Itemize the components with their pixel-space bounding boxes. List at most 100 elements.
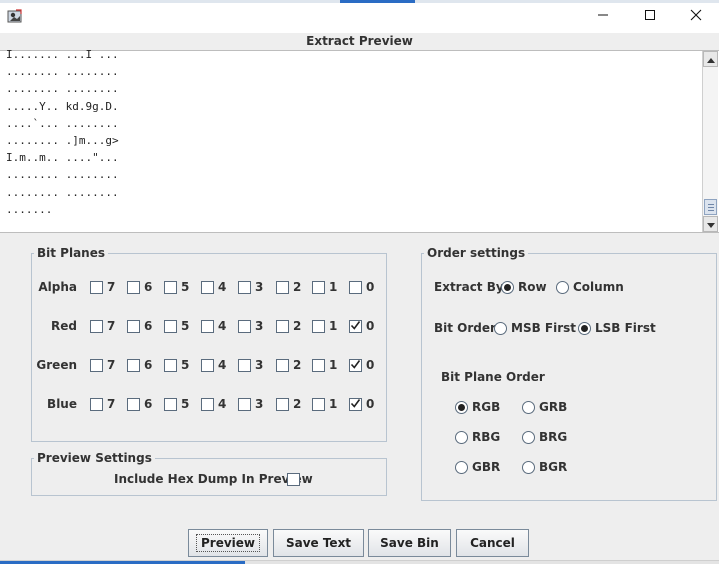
radio-label: GRB: [539, 400, 568, 414]
checkbox-alpha-bit-3[interactable]: [238, 281, 251, 294]
checkbox-alpha-bit-6[interactable]: [127, 281, 140, 294]
preview-line: I....... ...I ...: [6, 48, 119, 61]
bit-label: 2: [293, 319, 302, 333]
preview-line: .......: [6, 202, 53, 216]
checkbox-green-bit-6[interactable]: [127, 359, 140, 372]
radio-selected-dot: [581, 325, 588, 332]
checkbox-alpha-bit-2[interactable]: [276, 281, 289, 294]
checkbox-red-bit-0[interactable]: [349, 320, 362, 333]
checkbox-green-bit-1[interactable]: [312, 359, 325, 372]
bit-planes-title: Bit Planes: [34, 246, 109, 260]
bit-label: 3: [255, 280, 264, 294]
bit-label: 4: [218, 280, 227, 294]
preview-content: I....... ...I ... ........ ..............…: [6, 46, 119, 218]
checkbox-red-bit-4[interactable]: [201, 320, 214, 333]
bit-label: 5: [181, 280, 190, 294]
preview-text-area[interactable]: I....... ...I ... ........ ..............…: [0, 48, 719, 233]
preview-line: ........ ........: [6, 168, 119, 182]
bit-label: 1: [329, 397, 338, 411]
checkbox-green-bit-0[interactable]: [349, 359, 362, 372]
bit-label: 5: [181, 358, 190, 372]
bit-label: 0: [366, 280, 375, 294]
preview-button-label: Preview: [195, 534, 260, 552]
radio-label: MSB First: [511, 321, 577, 335]
scroll-down-button[interactable]: [703, 216, 718, 232]
bit-label: 6: [144, 319, 153, 333]
vertical-scrollbar[interactable]: [702, 51, 718, 232]
maximize-button[interactable]: [627, 0, 673, 33]
save-bin-button[interactable]: Save Bin: [368, 529, 451, 557]
checkbox-red-bit-6[interactable]: [127, 320, 140, 333]
close-button[interactable]: [673, 0, 719, 33]
hex-dump-checkbox[interactable]: [287, 473, 300, 486]
radio-bit-plane-order-bgr[interactable]: [522, 461, 535, 474]
checkbox-alpha-bit-4[interactable]: [201, 281, 214, 294]
bit-label: 2: [293, 397, 302, 411]
bit-plane-order-label: Bit Plane Order: [441, 370, 545, 384]
checkbox-green-bit-3[interactable]: [238, 359, 251, 372]
checkbox-alpha-bit-1[interactable]: [312, 281, 325, 294]
bit-label: 1: [329, 358, 338, 372]
radio-label: LSB First: [595, 321, 656, 335]
preview-line: ........ ........: [6, 185, 119, 199]
scrollbar-thumb[interactable]: [704, 199, 717, 215]
hex-dump-label: Include Hex Dump In Preview: [114, 472, 313, 486]
bit-order-label: Bit Order: [434, 321, 496, 335]
checkbox-green-bit-2[interactable]: [276, 359, 289, 372]
radio-selected-dot: [504, 284, 511, 291]
bottom-border: [0, 560, 719, 564]
radio-extract-by-row[interactable]: [501, 281, 514, 294]
checkbox-green-bit-5[interactable]: [164, 359, 177, 372]
radio-bit-order-lsb-first[interactable]: [578, 322, 591, 335]
checkbox-blue-bit-1[interactable]: [312, 398, 325, 411]
checkbox-alpha-bit-5[interactable]: [164, 281, 177, 294]
bit-label: 5: [181, 397, 190, 411]
bit-label: 4: [218, 397, 227, 411]
bit-label: 7: [107, 397, 116, 411]
check-icon: [350, 320, 361, 334]
checkbox-red-bit-3[interactable]: [238, 320, 251, 333]
checkbox-blue-bit-5[interactable]: [164, 398, 177, 411]
check-icon: [350, 359, 361, 373]
channel-label-alpha: Alpha: [38, 280, 77, 294]
radio-bit-order-msb-first[interactable]: [494, 322, 507, 335]
checkbox-green-bit-7[interactable]: [90, 359, 103, 372]
app-icon: [7, 8, 23, 24]
scroll-up-button[interactable]: [703, 51, 718, 67]
checkbox-blue-bit-4[interactable]: [201, 398, 214, 411]
checkbox-red-bit-1[interactable]: [312, 320, 325, 333]
checkbox-red-bit-2[interactable]: [276, 320, 289, 333]
cancel-button[interactable]: Cancel: [456, 529, 529, 557]
save-text-button[interactable]: Save Text: [273, 529, 364, 557]
radio-extract-by-column[interactable]: [556, 281, 569, 294]
checkbox-red-bit-5[interactable]: [164, 320, 177, 333]
radio-bit-plane-order-gbr[interactable]: [455, 461, 468, 474]
checkbox-blue-bit-7[interactable]: [90, 398, 103, 411]
checkbox-blue-bit-3[interactable]: [238, 398, 251, 411]
checkbox-blue-bit-6[interactable]: [127, 398, 140, 411]
checkbox-blue-bit-0[interactable]: [349, 398, 362, 411]
bit-label: 6: [144, 358, 153, 372]
radio-bit-plane-order-rgb[interactable]: [455, 401, 468, 414]
checkbox-blue-bit-2[interactable]: [276, 398, 289, 411]
save-text-button-label: Save Text: [285, 536, 352, 550]
radio-label: RGB: [472, 400, 501, 414]
checkbox-alpha-bit-0[interactable]: [349, 281, 362, 294]
preview-line: I.m..m.. ...."...: [6, 151, 119, 165]
checkbox-red-bit-7[interactable]: [90, 320, 103, 333]
minimize-button[interactable]: [580, 0, 626, 33]
radio-bit-plane-order-brg[interactable]: [522, 431, 535, 444]
arrow-up-icon: [706, 52, 715, 66]
order-settings-title: Order settings: [424, 246, 529, 260]
bit-label: 3: [255, 397, 264, 411]
radio-bit-plane-order-grb[interactable]: [522, 401, 535, 414]
radio-label: RBG: [472, 430, 501, 444]
checkbox-green-bit-4[interactable]: [201, 359, 214, 372]
bit-label: 1: [329, 319, 338, 333]
checkbox-alpha-bit-7[interactable]: [90, 281, 103, 294]
preview-settings-title: Preview Settings: [34, 451, 155, 465]
bit-label: 5: [181, 319, 190, 333]
preview-button[interactable]: Preview: [188, 529, 268, 557]
radio-bit-plane-order-rbg[interactable]: [455, 431, 468, 444]
bit-label: 6: [144, 280, 153, 294]
